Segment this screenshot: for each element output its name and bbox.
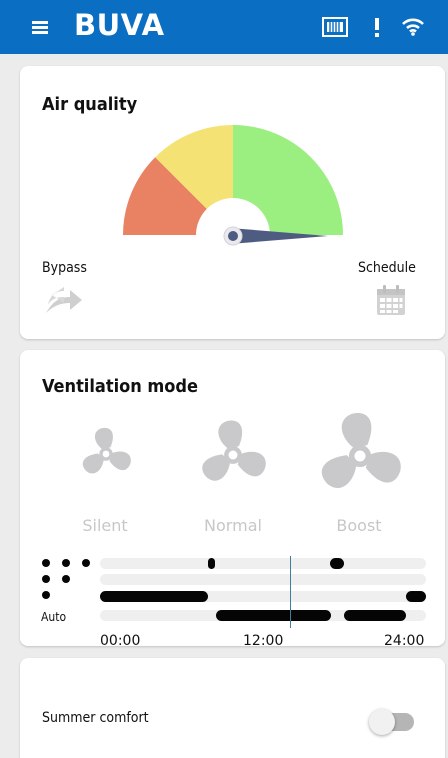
wifi-icon[interactable]	[402, 18, 424, 36]
air-quality-card: Air quality Bypass Schedule	[20, 66, 445, 339]
top-bar: BUVA	[0, 0, 448, 54]
air-quality-gauge	[122, 125, 343, 254]
summer-comfort-card: Summer comfort	[20, 658, 445, 758]
brand-logo: BUVA	[74, 8, 165, 42]
time-label-end: 24:00	[384, 633, 425, 649]
fan-icon[interactable]	[78, 426, 134, 482]
alert-icon[interactable]	[373, 18, 381, 38]
menu-icon[interactable]	[32, 21, 48, 34]
mode-boost-label[interactable]: Boost	[309, 516, 409, 535]
schedule-label: Schedule	[358, 260, 416, 276]
auto-label: Auto	[41, 610, 67, 624]
fan-icon[interactable]	[196, 418, 270, 492]
calendar-icon[interactable]	[376, 284, 406, 316]
current-time-marker	[290, 556, 291, 628]
ventilation-title: Ventilation mode	[42, 376, 198, 397]
bypass-label: Bypass	[42, 260, 87, 276]
air-quality-title: Air quality	[42, 94, 138, 115]
summer-comfort-label: Summer comfort	[42, 710, 149, 726]
bypass-arrows-icon[interactable]	[44, 283, 84, 315]
fan-icon[interactable]	[314, 410, 406, 502]
mode-normal-label[interactable]: Normal	[183, 516, 283, 535]
time-label-start: 00:00	[100, 633, 141, 649]
ventilation-card: Ventilation mode Silent Normal Boost Aut…	[20, 350, 445, 649]
filter-icon[interactable]	[322, 17, 348, 37]
mode-silent-label[interactable]: Silent	[55, 516, 155, 535]
time-label-mid: 12:00	[243, 633, 284, 649]
